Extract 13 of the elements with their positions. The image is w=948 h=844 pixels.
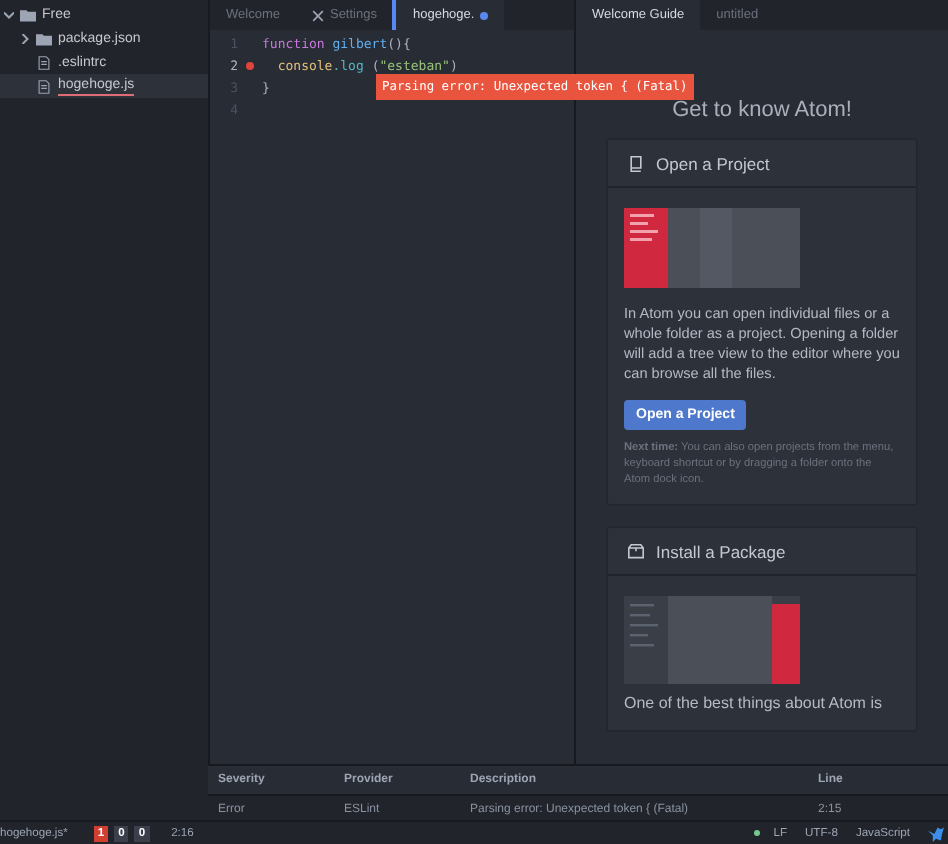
chevron-icon bbox=[4, 9, 14, 19]
bird-icon[interactable] bbox=[928, 825, 944, 841]
card-description: One of the best things about Atom is bbox=[624, 694, 884, 714]
package-icon bbox=[628, 543, 644, 559]
book-icon bbox=[628, 155, 644, 171]
chevron-icon bbox=[20, 33, 30, 43]
card-title: Open a Project bbox=[656, 153, 770, 173]
file-icon bbox=[36, 55, 52, 69]
error-marker bbox=[246, 61, 254, 69]
welcome-heading: Get to know Atom! bbox=[672, 98, 852, 122]
card-title: Install a Package bbox=[656, 541, 786, 561]
file-icon bbox=[36, 79, 52, 93]
status-dot bbox=[753, 830, 760, 836]
